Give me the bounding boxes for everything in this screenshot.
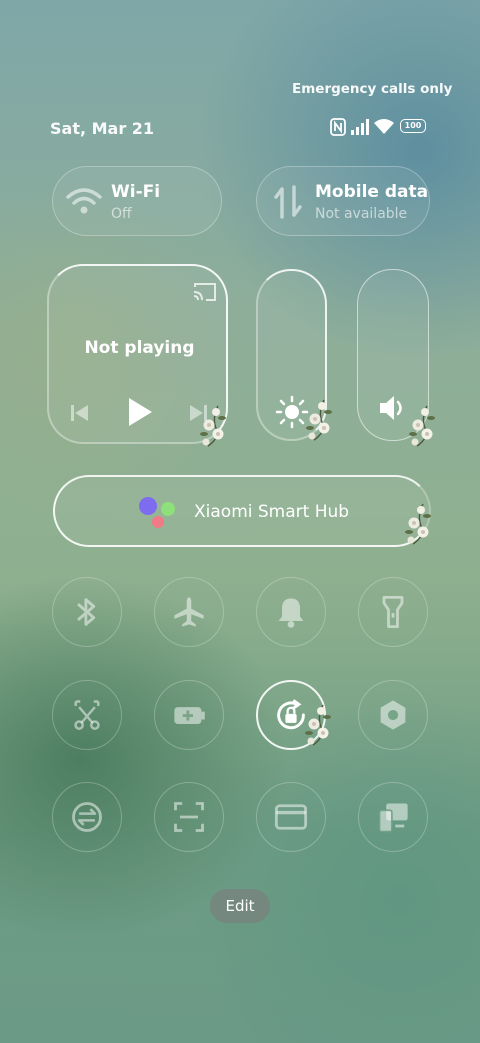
toggle-screenshot[interactable]	[52, 680, 122, 750]
battery-plus-icon	[174, 707, 205, 724]
flower-sticker-icon	[405, 503, 431, 545]
nfc-icon	[330, 118, 346, 136]
wifi-tile[interactable]: Wi-Fi Off	[52, 166, 222, 236]
card-icon	[274, 804, 308, 830]
toggle-bluetooth[interactable]	[52, 577, 122, 647]
scissors-icon	[74, 700, 100, 730]
edit-button[interactable]: Edit	[210, 889, 270, 923]
wifi-status: Off	[111, 206, 132, 222]
play-icon[interactable]	[126, 396, 154, 428]
toggle-battery-saver[interactable]	[154, 680, 224, 750]
media-status: Not playing	[84, 338, 195, 358]
flower-sticker-icon	[306, 399, 332, 441]
previous-track-icon[interactable]	[69, 402, 91, 424]
sync-icon	[72, 802, 102, 832]
flower-sticker-icon	[409, 405, 435, 447]
emergency-calls-text: Emergency calls only	[292, 81, 453, 97]
signal-icon	[351, 119, 369, 135]
toggle-settings[interactable]	[358, 680, 428, 750]
toggle-scanner[interactable]	[154, 782, 224, 852]
mobile-data-title: Mobile data	[315, 182, 429, 202]
toggle-sync[interactable]	[52, 782, 122, 852]
wifi-icon	[66, 188, 102, 214]
smart-hub-icon	[139, 497, 175, 528]
toggle-airplane[interactable]	[154, 577, 224, 647]
data-arrows-icon	[274, 185, 302, 219]
mobile-data-tile[interactable]: Mobile data Not available	[256, 166, 430, 236]
hexagon-icon	[380, 700, 406, 730]
flashlight-icon	[382, 595, 404, 629]
airplane-icon	[174, 597, 204, 627]
battery-level: 100	[404, 121, 422, 130]
bell-icon	[278, 598, 304, 628]
battery-icon: 100	[400, 119, 426, 133]
mobile-data-status: Not available	[315, 206, 408, 222]
toggle-wallet[interactable]	[256, 782, 326, 852]
speaker-icon	[380, 396, 402, 420]
status-icons: 100	[328, 118, 430, 136]
devices-icon	[378, 803, 408, 833]
date-text: Sat, Mar 21	[50, 119, 155, 138]
flower-sticker-icon	[305, 704, 331, 746]
smart-hub-button[interactable]: Xiaomi Smart Hub	[53, 475, 431, 547]
wifi-icon	[374, 119, 394, 134]
toggle-cast[interactable]	[358, 782, 428, 852]
toggle-flashlight[interactable]	[358, 577, 428, 647]
bluetooth-icon	[77, 598, 96, 626]
smart-hub-label: Xiaomi Smart Hub	[194, 502, 350, 522]
toggle-notifications[interactable]	[256, 577, 326, 647]
cast-icon[interactable]	[192, 281, 218, 303]
flower-sticker-icon	[200, 405, 226, 447]
wifi-title: Wi-Fi	[111, 182, 161, 202]
scan-icon	[174, 802, 204, 832]
